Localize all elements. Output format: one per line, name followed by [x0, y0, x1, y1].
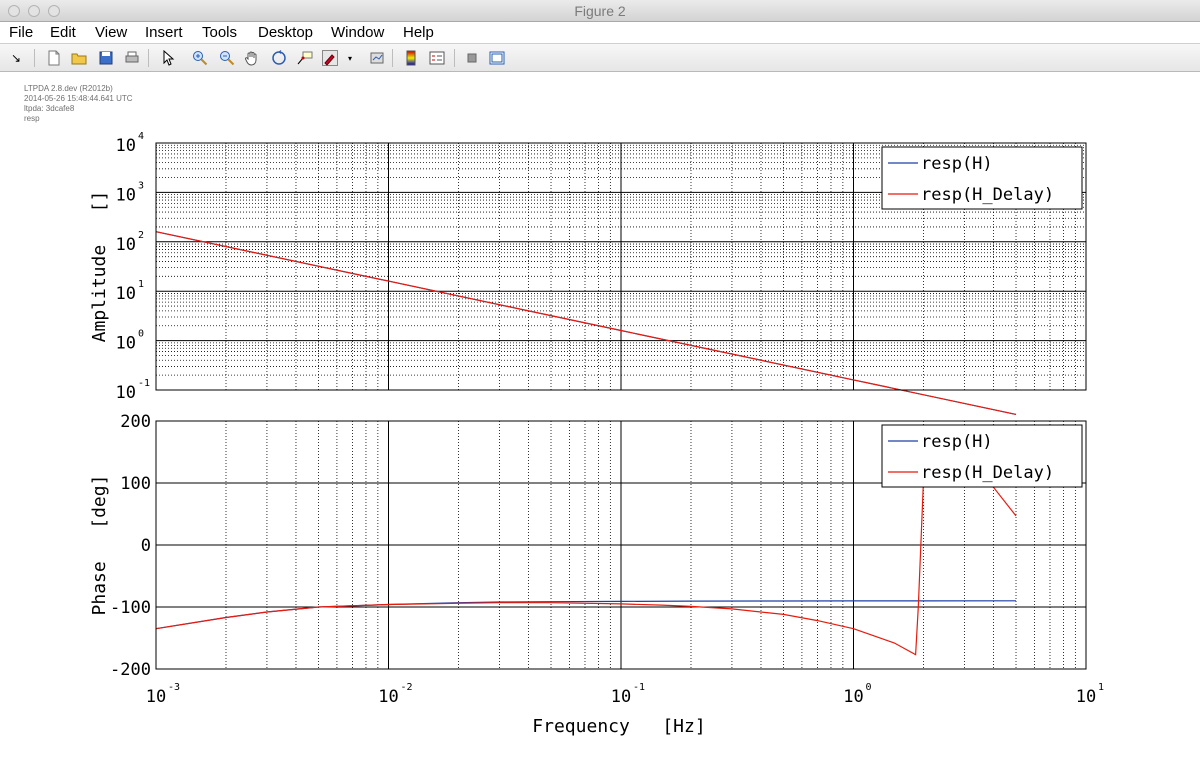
- dock-arrow-icon[interactable]: ↘: [7, 49, 25, 67]
- menu-file[interactable]: File: [9, 24, 33, 41]
- y-tick-label: 200: [120, 412, 151, 432]
- legend: resp(H) resp(H_Delay): [881, 424, 1083, 488]
- figure-toolbar: ↘ ▾: [0, 44, 1200, 72]
- toolbar-separator: [148, 49, 149, 67]
- save-icon[interactable]: [97, 49, 115, 67]
- data-cursor-icon[interactable]: [296, 49, 314, 67]
- chevron-down-icon[interactable]: ▾: [344, 49, 356, 67]
- show-plot-tools-icon[interactable]: [488, 49, 506, 67]
- select-pointer-icon[interactable]: [159, 49, 177, 67]
- menu-desktop[interactable]: Desktop: [258, 24, 313, 41]
- rotate-3d-icon[interactable]: [270, 49, 288, 67]
- y-tick-label-exponent: 2: [138, 230, 144, 241]
- legend-entry-h: resp(H): [921, 154, 993, 174]
- window-title: Figure 2: [574, 3, 626, 19]
- y-tick-label: -100: [110, 598, 151, 618]
- print-icon[interactable]: [123, 49, 141, 67]
- menu-insert[interactable]: Insert: [145, 24, 183, 41]
- x-tick-label-exponent: 0: [866, 682, 872, 693]
- x-axis: 10 -3 10 -2 10 -1 10 0 10 1Frequency [Hz]: [146, 682, 1104, 737]
- pan-hand-icon[interactable]: [243, 49, 261, 67]
- x-tick-label-base: 10: [1076, 687, 1096, 707]
- y-tick-label-base: 10: [116, 235, 136, 255]
- y-tick-label-base: 10: [116, 284, 136, 304]
- window-titlebar: Figure 2: [0, 0, 1200, 22]
- menu-bar: File Edit View Insert Tools Desktop Wind…: [0, 22, 1200, 44]
- menu-help[interactable]: Help: [403, 24, 434, 41]
- menu-view[interactable]: View: [95, 24, 127, 41]
- legend-entry-h-delay: resp(H_Delay): [921, 185, 1054, 205]
- y-axis-label: Phase [deg]: [89, 475, 110, 616]
- phase-plot: 200 100 0 -100 -200 Phase [deg] resp(H) resp(H_…: [89, 412, 1087, 680]
- y-tick-label-exponent: 1: [138, 279, 144, 290]
- y-tick-label-exponent: 4: [138, 131, 144, 142]
- y-tick-label-base: 10: [116, 185, 136, 205]
- x-axis-label: Frequency [Hz]: [532, 716, 705, 737]
- y-tick-label: 100: [120, 474, 151, 494]
- amplitude-plot: 10 410 310 210 110 010 -1Amplitude []resp(H)re…: [89, 131, 1087, 415]
- menu-tools[interactable]: Tools: [202, 24, 237, 41]
- y-tick-label-exponent: 0: [138, 329, 144, 340]
- y-tick-label-exponent: 3: [138, 180, 144, 191]
- bode-chart: 10 410 310 210 110 010 -1Amplitude []resp(H)re…: [89, 131, 1104, 737]
- y-tick-label: 0: [141, 536, 151, 556]
- zoom-in-icon[interactable]: [191, 49, 209, 67]
- y-tick-label-base: 10: [116, 136, 136, 156]
- y-tick-label-exponent: -1: [138, 378, 150, 389]
- y-tick-label-base: 10: [116, 334, 136, 354]
- y-tick-label-base: 10: [116, 383, 136, 403]
- legend: resp(H) resp(H_Delay): [881, 146, 1083, 210]
- x-tick-label-base: 10: [843, 687, 863, 707]
- x-tick-label-exponent: 1: [1098, 682, 1104, 693]
- x-tick-label-exponent: -1: [633, 682, 645, 693]
- zoom-out-icon[interactable]: [218, 49, 236, 67]
- x-tick-label-exponent: -3: [168, 682, 180, 693]
- legend-entry-h-delay: resp(H_Delay): [921, 463, 1054, 483]
- legend-entry-h: resp(H): [921, 432, 993, 452]
- toolbar-separator: [454, 49, 455, 67]
- x-tick-label-exponent: -2: [401, 682, 413, 693]
- toolbar-separator: [34, 49, 35, 67]
- colorbar-icon[interactable]: [402, 49, 420, 67]
- toolbar-separator: [392, 49, 393, 67]
- x-tick-label-base: 10: [611, 687, 631, 707]
- hide-plot-tools-icon[interactable]: [463, 49, 481, 67]
- x-tick-label-base: 10: [378, 687, 398, 707]
- open-file-icon[interactable]: [70, 49, 88, 67]
- new-figure-icon[interactable]: [45, 49, 63, 67]
- brush-icon[interactable]: [321, 49, 339, 67]
- menu-window[interactable]: Window: [331, 24, 384, 41]
- y-axis-label: Amplitude []: [89, 191, 110, 343]
- menu-edit[interactable]: Edit: [50, 24, 76, 41]
- legend-icon[interactable]: [428, 49, 446, 67]
- x-tick-label-base: 10: [146, 687, 166, 707]
- link-plot-icon[interactable]: [368, 49, 386, 67]
- y-tick-label: -200: [110, 660, 151, 680]
